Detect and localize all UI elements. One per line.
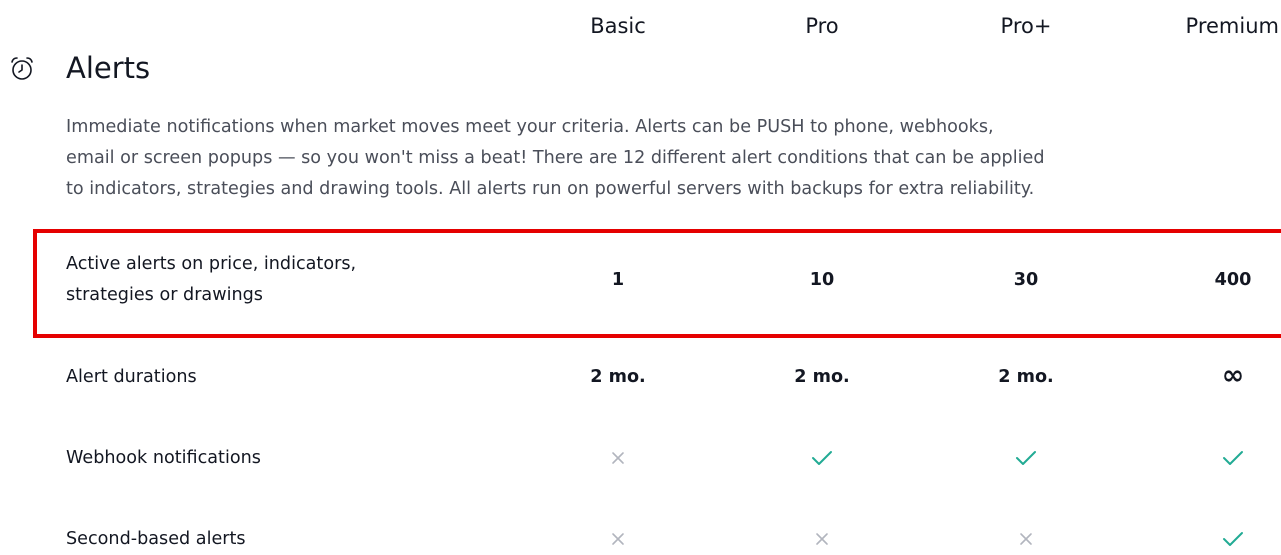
section-title: Alerts [66, 51, 151, 85]
cell-pro: 10 [809, 270, 835, 290]
section-description: Immediate notifications when market move… [66, 112, 1166, 205]
cross-icon [966, 524, 1086, 555]
row-label: Alert durations [66, 367, 197, 387]
plan-header-basic: Basic [590, 14, 646, 38]
cell-premium: 400 [1214, 270, 1252, 290]
row-label: Second-based alerts [66, 529, 246, 549]
row-label: Active alerts on price, indicators, stra… [66, 249, 356, 311]
cross-icon [558, 443, 678, 474]
cell-basic: 1 [611, 270, 625, 290]
plan-header-pro: Pro [805, 14, 839, 38]
description-line: email or screen popups — so you won't mi… [66, 148, 1045, 168]
cell-pro-plus: 30 [1013, 270, 1039, 290]
check-icon [1173, 443, 1281, 474]
plan-header-premium: Premium [1185, 14, 1279, 38]
cell-basic: 2 mo. [590, 367, 646, 387]
check-icon [762, 443, 882, 474]
cell-pro: 2 mo. [794, 367, 850, 387]
cross-icon [762, 524, 882, 555]
infinity-icon: ∞ [1221, 360, 1245, 391]
row-label-line: Active alerts on price, indicators, [66, 254, 357, 274]
check-icon [966, 443, 1086, 474]
row-label-line: strategies or drawings [66, 285, 263, 305]
description-line: Immediate notifications when market move… [66, 117, 994, 137]
plan-header-pro-plus: Pro+ [1000, 14, 1052, 38]
alarm-clock-icon [8, 55, 36, 83]
row-label: Webhook notifications [66, 448, 261, 468]
description-line: to indicators, strategies and drawing to… [66, 179, 1035, 199]
cross-icon [558, 524, 678, 555]
cell-pro-plus: 2 mo. [998, 367, 1054, 387]
check-icon [1173, 524, 1281, 555]
